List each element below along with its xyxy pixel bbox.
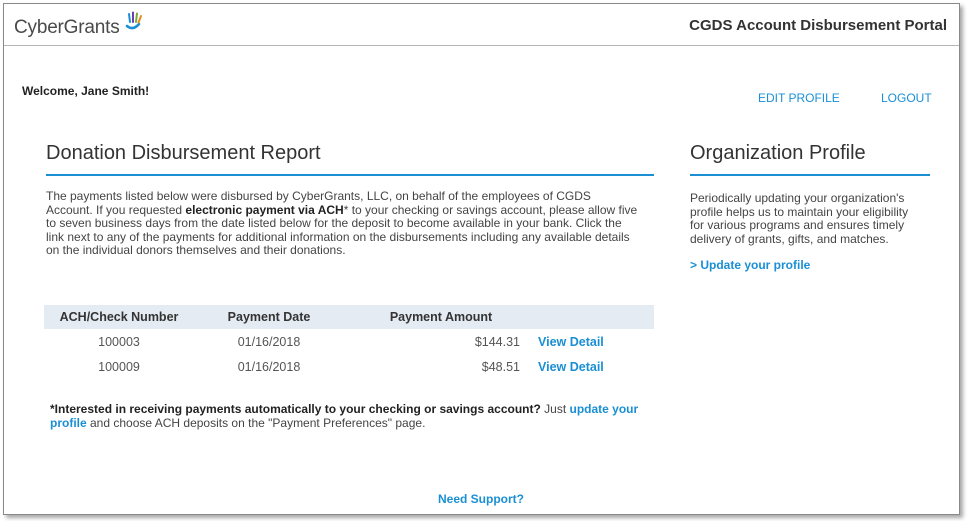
check-number: 100009 [98,359,140,374]
header-bar: CyberGrants CGDS Account Disbursement Po… [4,4,959,46]
need-support-link[interactable]: Need Support? [438,492,524,506]
cybergrants-logo[interactable]: CyberGrants [14,11,143,39]
view-detail-link[interactable]: View Detail [538,360,604,374]
portal-window: CyberGrants CGDS Account Disbursement Po… [3,3,960,515]
ach-emphasis: electronic payment via ACH [185,202,344,217]
logo-text: CyberGrants [14,17,120,38]
portal-title: CGDS Account Disbursement Portal [689,17,947,34]
payment-amount: $144.31 [474,334,520,349]
org-profile-text: Periodically updating your organization'… [690,191,909,246]
report-title: Donation Disbursement Report [46,142,654,176]
edit-profile-link[interactable]: EDIT PROFILE [758,91,840,105]
org-profile-title: Organization Profile [690,142,930,176]
payment-date: 01/16/2018 [237,359,301,374]
check-number: 100003 [98,334,140,349]
column-header-date: Payment Date [194,305,344,329]
payments-table: ACH/Check Number Payment Date Payment Am… [44,305,654,379]
disbursement-report-section: Donation Disbursement Report The payment… [44,142,654,430]
hand-icon [123,11,143,36]
update-profile-link[interactable]: > Update your profile [690,258,930,272]
payment-date: 01/16/2018 [237,334,301,349]
welcome-message: Welcome, Jane Smith! [22,84,150,98]
report-intro: The payments listed below were disbursed… [46,189,638,258]
payment-amount: $48.51 [481,359,520,374]
table-row: 100003 01/16/2018 $144.31 View Detail [44,329,654,354]
ach-note: *Interested in receiving payments automa… [50,402,639,430]
column-header-number: ACH/Check Number [44,305,194,329]
view-detail-link[interactable]: View Detail [538,335,604,349]
logout-link[interactable]: LOGOUT [881,91,932,105]
column-header-action [538,305,654,329]
column-header-amount: Payment Amount [344,305,538,329]
organization-profile-section: Organization Profile Periodically updati… [690,142,930,272]
table-row: 100009 01/16/2018 $48.51 View Detail [44,354,654,379]
table-header-row: ACH/Check Number Payment Date Payment Am… [44,305,654,329]
